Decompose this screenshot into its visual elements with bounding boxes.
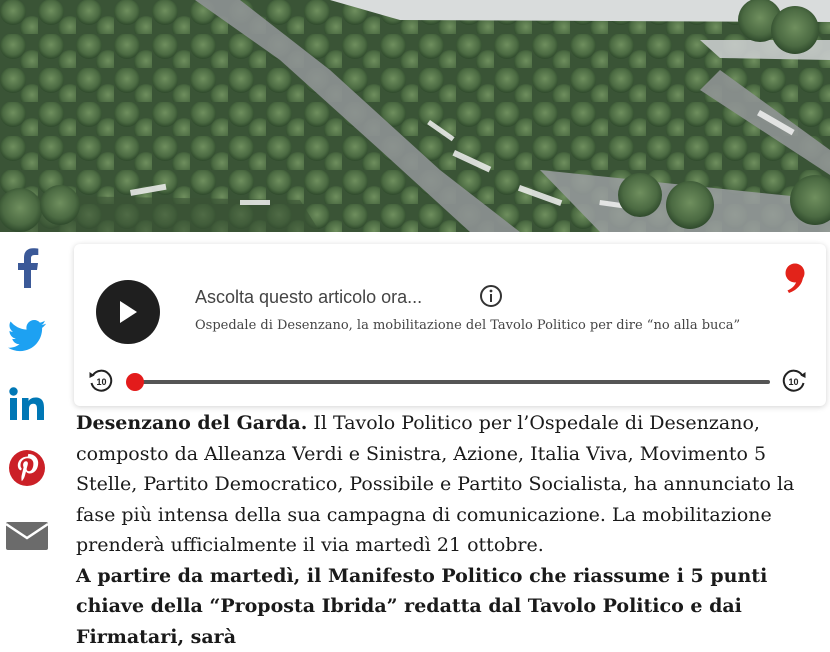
linkedin-icon (9, 387, 45, 421)
player-title: Ascolta questo articolo ora... (195, 287, 422, 308)
article-paragraph-1: Desenzano del Garda. Il Tavolo Politico … (76, 408, 821, 561)
share-facebook-button[interactable] (0, 246, 54, 290)
skip-back-button[interactable]: 10 (88, 368, 114, 398)
facebook-icon (14, 248, 40, 288)
article-paragraph-2: A partire da martedì, il Manifesto Polit… (76, 561, 821, 652)
info-button[interactable] (479, 284, 503, 312)
skip-forward-button[interactable]: 10 (781, 368, 807, 398)
rewind-10-icon: 10 (88, 368, 114, 394)
share-linkedin-button[interactable] (0, 382, 54, 426)
skip-forward-label: 10 (788, 377, 798, 387)
article-dateline: Desenzano del Garda. (76, 412, 307, 434)
article-body: Desenzano del Garda. Il Tavolo Politico … (76, 408, 821, 652)
progress-thumb[interactable] (126, 373, 144, 391)
info-icon (479, 284, 503, 308)
twitter-icon (8, 320, 46, 352)
progress-slider[interactable] (134, 380, 770, 384)
player-article-title: Ospedale di Desenzano, la mobilitazione … (195, 318, 740, 333)
forward-10-icon: 10 (781, 368, 807, 394)
share-twitter-button[interactable] (0, 314, 54, 358)
play-button[interactable] (96, 280, 160, 344)
hero-illustration (0, 0, 830, 232)
share-pinterest-button[interactable] (0, 446, 54, 490)
mail-icon (6, 520, 48, 552)
brand-comma-icon (782, 262, 808, 294)
play-icon (117, 300, 139, 324)
skip-back-label: 10 (96, 377, 106, 387)
article-paragraph-2-bold: A partire da martedì, il Manifesto Polit… (76, 565, 767, 648)
share-email-button[interactable] (0, 514, 54, 558)
hero-image (0, 0, 830, 232)
pinterest-icon (8, 449, 46, 487)
brand-comma-logo (782, 262, 808, 298)
audio-player: Ascolta questo articolo ora... Ospedale … (74, 244, 826, 406)
